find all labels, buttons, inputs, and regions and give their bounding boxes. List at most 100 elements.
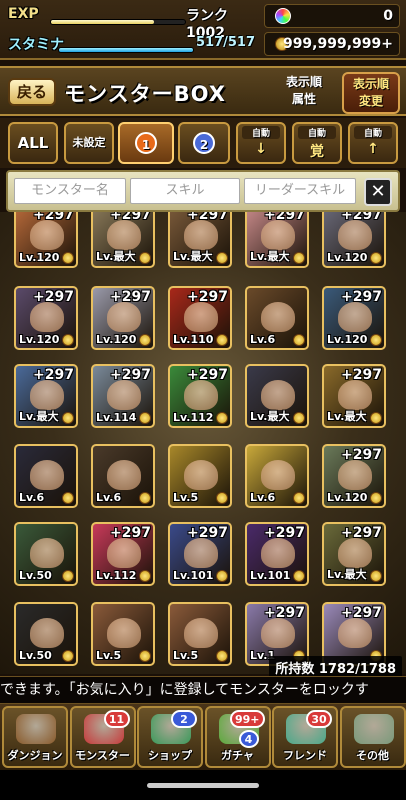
monster-card[interactable]: Lv.50 [14, 522, 78, 586]
skill-search-input[interactable]: スキル [130, 178, 240, 204]
monster-card[interactable]: Lv.6 [91, 444, 155, 508]
monster-card[interactable]: +297 Lv.120 [322, 444, 386, 508]
auto-up-icon: ↑ [367, 141, 379, 157]
monster-card[interactable]: +297 Lv.120 [91, 286, 155, 350]
gem-counter[interactable]: 0 [264, 4, 400, 28]
attribute-orb-icon [370, 412, 382, 424]
monster-card[interactable]: Lv.5 [91, 602, 155, 666]
monster-card[interactable]: +297 Lv.最大 [91, 212, 155, 268]
auto-label: 自動 [354, 126, 392, 139]
system-nav-bar [0, 770, 406, 800]
tab-box-1[interactable]: 1 [118, 122, 174, 164]
monster-portrait [338, 380, 372, 410]
clear-search-button[interactable]: ✕ [364, 178, 392, 206]
monster-card[interactable]: +297 Lv.最大 [245, 212, 309, 268]
nav-count-badge: 2 [171, 710, 197, 728]
tab-all[interactable]: ALL [8, 122, 58, 164]
monster-card[interactable]: +297 Lv.最大 [322, 522, 386, 586]
monster-card[interactable]: +297 Lv.112 [91, 522, 155, 586]
monster-portrait [261, 538, 295, 568]
attribute-orb-icon [139, 650, 151, 662]
attribute-orb-icon [62, 412, 74, 424]
nav-item[interactable]: その他 [339, 706, 406, 768]
monster-card[interactable]: +297 Lv.110 [168, 286, 232, 350]
tab-box-2[interactable]: 2 [178, 122, 230, 164]
monster-card[interactable]: +297 Lv.最大 [14, 364, 78, 428]
exp-row: EXP ランク1002 [4, 4, 262, 41]
nav-label: その他 [356, 749, 389, 762]
monster-name-search-input[interactable]: モンスター名 [14, 178, 126, 204]
home-gesture-handle[interactable] [147, 783, 259, 788]
attribute-orb-icon [293, 412, 305, 424]
level-label: Lv.最大 [96, 250, 136, 263]
nav-label: モンスター [75, 749, 130, 762]
attribute-orb-icon [62, 492, 74, 504]
tab-unset[interactable]: 未設定 [64, 122, 114, 164]
monster-card[interactable]: Lv.5 [168, 444, 232, 508]
attribute-orb-icon [62, 334, 74, 346]
level-label: Lv.112 [96, 569, 137, 582]
level-label: Lv.5 [96, 649, 122, 662]
monster-card[interactable]: Lv.6 [245, 286, 309, 350]
monster-card[interactable]: +297 Lv.120 [14, 212, 78, 268]
plus-value: +297 [341, 525, 382, 541]
attribute-orb-icon [216, 570, 228, 582]
monster-card[interactable]: Lv.5 [168, 602, 232, 666]
level-label: Lv.112 [173, 411, 214, 424]
monster-portrait [338, 618, 372, 648]
tab-auto-sort-1[interactable]: 自動 ↓ [236, 122, 286, 164]
tab-auto-sort-3[interactable]: 自動 ↑ [348, 122, 398, 164]
sort-change-button[interactable]: 表示順 変更 [342, 72, 400, 114]
attribute-orb-icon [370, 252, 382, 264]
auto-label: 自動 [242, 126, 280, 139]
nav-item[interactable]: 30 フレンド [272, 706, 338, 768]
nav-item[interactable]: 2 ショップ [137, 706, 203, 768]
nav-item[interactable]: 99+ 4 ガチャ [204, 706, 271, 768]
plus-value: +297 [341, 447, 382, 463]
monster-card[interactable]: +297 Lv.101 [168, 522, 232, 586]
monster-card[interactable]: +297 Lv.120 [14, 286, 78, 350]
monster-card[interactable]: +297 Lv.112 [168, 364, 232, 428]
nav-item[interactable]: ダンジョン [2, 706, 68, 768]
back-button[interactable]: 戻る [8, 78, 56, 106]
monster-card[interactable]: Lv.50 [14, 602, 78, 666]
monster-card[interactable]: +297 Lv.114 [91, 364, 155, 428]
attribute-orb-icon [293, 334, 305, 346]
search-bar: モンスター名 スキル リーダースキル ✕ [6, 170, 400, 212]
sort-caption: 表示順 [285, 75, 322, 89]
monster-card[interactable]: +297 Lv.120 [322, 286, 386, 350]
level-label: Lv.120 [96, 333, 137, 346]
stamina-bar [58, 47, 194, 53]
level-label: Lv.6 [96, 491, 122, 504]
box-1-badge: 1 [135, 132, 157, 154]
plus-value: +297 [110, 367, 151, 383]
attribute-orb-icon [293, 492, 305, 504]
stamina-bar-fill [59, 48, 193, 52]
sort-button-line1: 表示順 [352, 77, 389, 91]
monster-card[interactable]: Lv.6 [14, 444, 78, 508]
attribute-orb-icon [216, 334, 228, 346]
monster-card[interactable]: +297 Lv.最大 [322, 364, 386, 428]
plus-value: +297 [187, 289, 228, 305]
attribute-orb-icon [216, 492, 228, 504]
gate-icon [16, 714, 56, 744]
level-label: Lv.114 [96, 411, 137, 424]
plus-value: +297 [264, 525, 305, 541]
monster-card[interactable]: Lv.最大 [245, 364, 309, 428]
attribute-orb-icon [293, 570, 305, 582]
level-label: Lv.120 [327, 251, 368, 264]
nav-item[interactable]: 11 モンスター [69, 706, 136, 768]
monster-portrait [338, 460, 372, 490]
nav-count-badge: 11 [103, 710, 130, 728]
sort-value: 属性 [291, 92, 316, 106]
monster-card[interactable]: +297 Lv.120 [322, 212, 386, 268]
monster-card[interactable]: Lv.6 [245, 444, 309, 508]
monster-card[interactable]: +297 Lv.101 [245, 522, 309, 586]
monster-portrait [30, 302, 64, 332]
leader-skill-search-input[interactable]: リーダースキル [244, 178, 356, 204]
level-label: Lv.110 [173, 333, 214, 346]
monster-portrait [261, 302, 295, 332]
monster-card[interactable]: +297 Lv.最大 [168, 212, 232, 268]
exp-label: EXP [8, 6, 39, 22]
tab-auto-awaken[interactable]: 自動 覚 [292, 122, 342, 164]
